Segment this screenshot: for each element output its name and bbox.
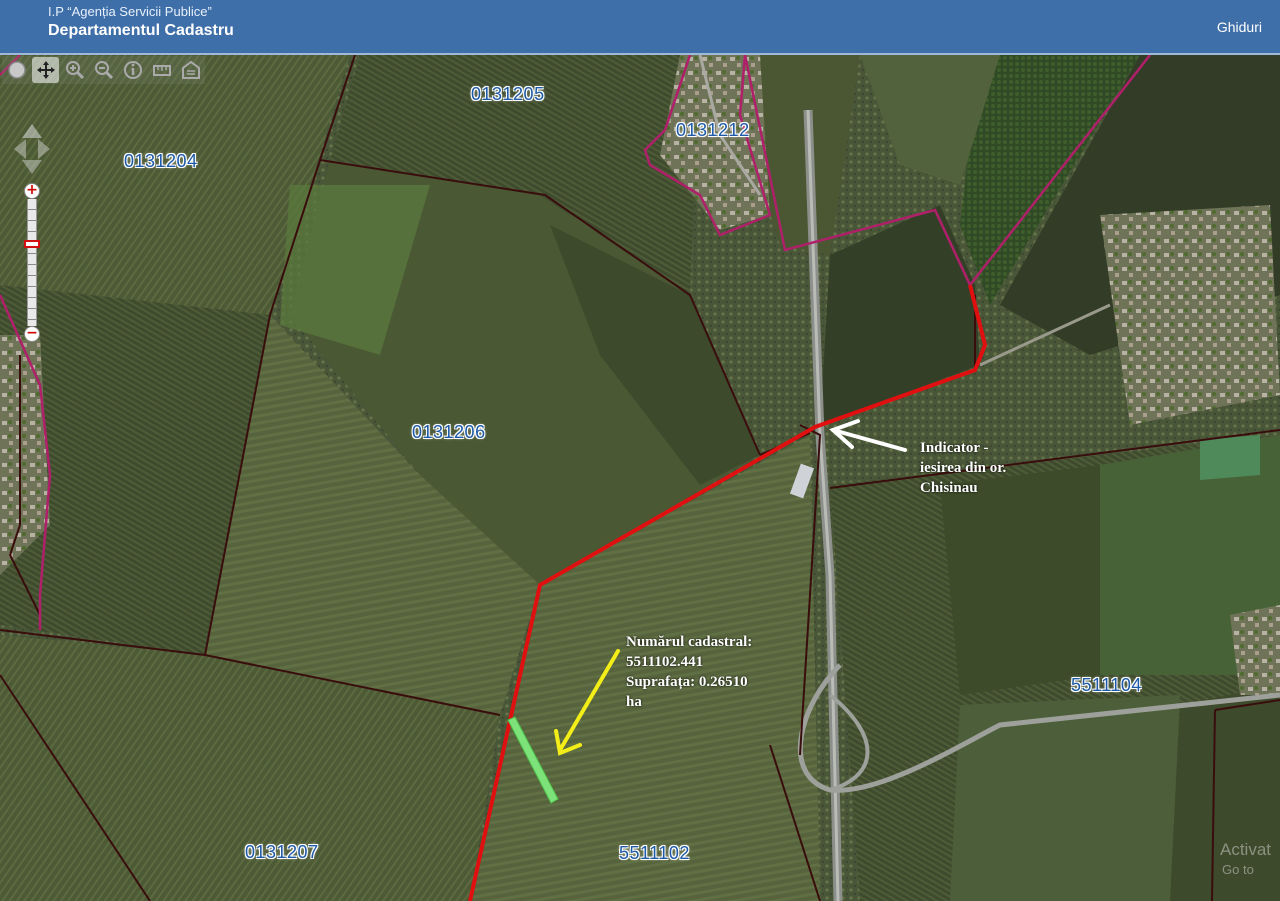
parcel-info-line-3: Suprafața: 0.26510 <box>626 674 748 690</box>
info-tool[interactable] <box>119 57 146 83</box>
parcel-info-line-4: ha <box>626 694 642 710</box>
pan-icon <box>36 61 55 79</box>
header-bar: I.P “Agenția Servicii Publice” Departame… <box>0 0 1280 53</box>
parcel-label-0131212: 0131212 <box>676 120 750 140</box>
pan-up-icon[interactable] <box>22 124 42 138</box>
zoom-out-icon <box>94 61 113 80</box>
zoom-in-tool[interactable] <box>61 57 88 83</box>
parcel-label-0131207: 0131207 <box>245 842 319 862</box>
parcel-info-line-1: Numărul cadastral: <box>626 634 753 650</box>
zoom-in-button[interactable]: + <box>24 183 40 199</box>
globe-icon <box>7 61 26 79</box>
pan-left-icon[interactable] <box>14 139 26 159</box>
map-view[interactable] <box>0 55 1280 901</box>
building-icon <box>181 60 200 79</box>
indicator-line-2: iesirea din or. <box>920 460 1007 476</box>
parcel-info-note: Numărul cadastral: 5511102.441 Suprafața… <box>626 632 752 712</box>
zoom-slider: + − <box>24 183 40 343</box>
map-toolbar <box>2 56 205 84</box>
parcel-label-0131205: 0131205 <box>471 84 545 104</box>
parcel-label-0131204: 0131204 <box>124 151 198 171</box>
pan-right-icon[interactable] <box>38 139 50 159</box>
measure-icon <box>152 65 171 76</box>
guides-link[interactable]: Ghiduri <box>1217 19 1262 35</box>
info-icon <box>123 61 142 79</box>
parcel-info-line-2: 5511102.441 <box>626 654 704 670</box>
parcel-label-0131206: 0131206 <box>412 422 486 442</box>
activation-watermark-title: Activat <box>1220 840 1272 859</box>
zoom-track[interactable] <box>27 199 37 326</box>
satellite-imagery <box>0 55 1280 901</box>
indicator-line-1: Indicator - <box>920 440 989 456</box>
department-title: Departamentul Cadastru <box>48 22 234 39</box>
zoom-in-icon <box>65 61 84 80</box>
globe-tool[interactable] <box>3 57 30 83</box>
zoom-thumb[interactable] <box>24 240 40 248</box>
zoom-out-tool[interactable] <box>90 57 117 83</box>
pan-tool[interactable] <box>32 57 59 83</box>
zoom-out-button[interactable]: − <box>24 326 40 342</box>
pan-control[interactable] <box>14 124 50 174</box>
pan-down-icon[interactable] <box>22 160 42 174</box>
organization-name: I.P “Agenția Servicii Publice” <box>48 4 212 19</box>
indicator-note: Indicator - iesirea din or. Chisinau <box>920 438 1006 498</box>
building-tool[interactable] <box>177 57 204 83</box>
parcel-label-5511102: 5511102 <box>619 843 690 863</box>
indicator-line-3: Chisinau <box>920 480 978 496</box>
parcel-label-5511104: 5511104 <box>1071 675 1142 695</box>
measure-tool[interactable] <box>148 57 175 83</box>
activation-watermark-subtitle: Go to <box>1222 862 1254 877</box>
